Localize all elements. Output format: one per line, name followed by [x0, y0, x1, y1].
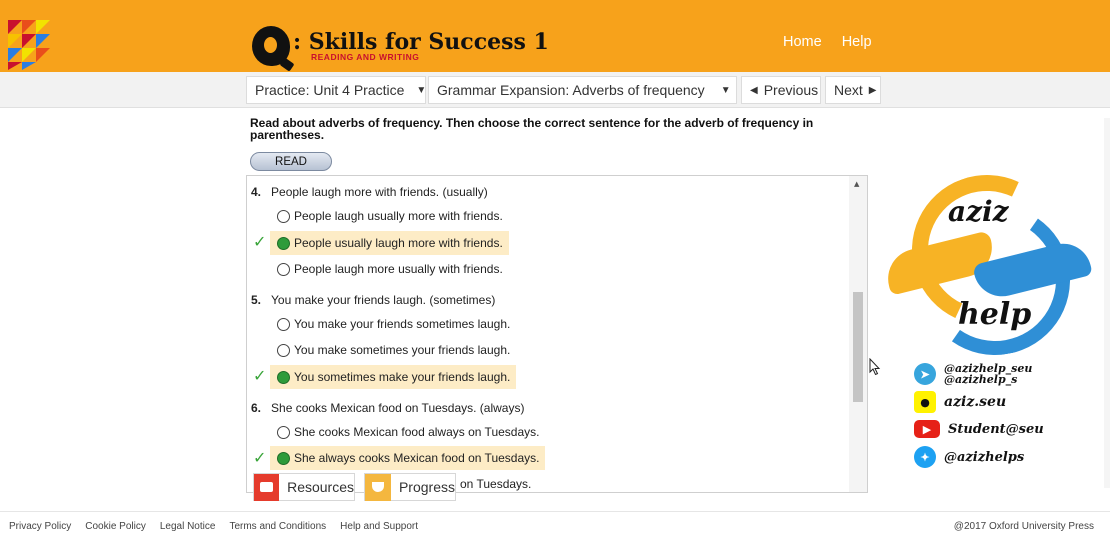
- previous-button[interactable]: ◀ Previous: [741, 76, 821, 104]
- snapchat-handle: aziz.seu: [944, 394, 1007, 410]
- question-number: 4.: [251, 185, 262, 199]
- question-number: 6.: [251, 401, 262, 415]
- oxford-pattern-logo-icon: [8, 20, 50, 70]
- telegram-icon: ➤: [914, 363, 936, 385]
- header-nav: Home Help: [783, 34, 872, 50]
- answer-option-text: She cooks Mexican food always on Tuesday…: [294, 425, 540, 439]
- answer-option[interactable]: People laugh usually more with friends.: [270, 204, 509, 228]
- footer-link-help[interactable]: Help and Support: [340, 521, 418, 532]
- question-prompt: 4. People laugh more with friends. (usual…: [251, 185, 488, 199]
- footer-link-privacy[interactable]: Privacy Policy: [9, 521, 71, 532]
- folder-icon: [254, 473, 280, 501]
- youtube-icon: ▶: [914, 420, 940, 438]
- answer-option-selected[interactable]: She always cooks Mexican food on Tuesday…: [270, 446, 546, 470]
- answer-option[interactable]: You make sometimes your friends laugh.: [270, 338, 516, 362]
- activity-toolbar: Practice: Unit 4 Practice ▼ Grammar Expa…: [0, 72, 1110, 108]
- answer-option-text: You make your friends sometimes laugh.: [294, 317, 511, 331]
- scrollbar-thumb[interactable]: [853, 292, 863, 402]
- watermark-word-top: aziz: [948, 195, 1009, 228]
- question-text: People laugh more with friends. (usually…: [271, 185, 488, 199]
- trophy-icon: [365, 473, 391, 501]
- app-header: : Skills for Success 1 READING AND WRITI…: [0, 0, 1110, 72]
- question-panel: 4. People laugh more with friends. (usual…: [246, 175, 868, 493]
- read-button[interactable]: READ: [250, 152, 332, 171]
- watermark-youtube-row: ▶ Student@seu: [914, 420, 1044, 438]
- answer-option-partial[interactable]: on Tuesdays.: [452, 472, 537, 492]
- previous-label: Previous: [763, 82, 819, 98]
- answer-option[interactable]: You make your friends sometimes laugh.: [270, 312, 516, 336]
- twitter-handle: @azizhelps: [944, 449, 1025, 465]
- answer-option-text: People laugh usually more with friends.: [294, 209, 503, 223]
- triangle-down-icon: ▼: [416, 84, 427, 96]
- question-list: 4. People laugh more with friends. (usual…: [247, 176, 847, 492]
- answer-option[interactable]: She cooks Mexican food always on Tuesday…: [270, 420, 545, 444]
- footer-link-cookie[interactable]: Cookie Policy: [85, 521, 146, 532]
- page-footer: Privacy Policy Cookie Policy Legal Notic…: [0, 511, 1110, 540]
- answer-option-text: You sometimes make your friends laugh.: [294, 370, 511, 384]
- scroll-up-arrow-icon[interactable]: ▲: [854, 180, 859, 188]
- answer-option-text: You make sometimes your friends laugh.: [294, 343, 511, 357]
- telegram-handle-2: @azizhelp_s: [944, 373, 1018, 386]
- activity-select-label: Grammar Expansion: Adverbs of frequency: [437, 82, 705, 98]
- next-label: Next: [834, 82, 863, 98]
- resources-label: Resources: [287, 479, 354, 495]
- question-prompt: 5. You make your friends laugh. (sometime…: [251, 293, 495, 307]
- practice-select-label: Practice: Unit 4 Practice: [255, 82, 405, 98]
- triangle-left-icon: ◀: [750, 84, 758, 96]
- progress-button[interactable]: Progress: [364, 473, 456, 501]
- youtube-handle: Student@seu: [948, 421, 1044, 437]
- answer-option-text: People usually laugh more with friends.: [294, 236, 503, 250]
- snapchat-icon: ●: [914, 391, 936, 413]
- watermark-word-bottom: help: [958, 297, 1032, 332]
- copyright-text: @2017 Oxford University Press: [953, 521, 1094, 532]
- page-scrollbar[interactable]: [1104, 118, 1110, 488]
- progress-label: Progress: [398, 479, 455, 495]
- answer-option-selected[interactable]: You sometimes make your friends laugh.: [270, 365, 517, 389]
- q-logo-icon: [252, 26, 290, 66]
- radio-button[interactable]: [277, 209, 290, 223]
- answer-option-selected[interactable]: People usually laugh more with friends.: [270, 231, 509, 255]
- watermark-twitter-row: ✦ @azizhelps: [914, 446, 1024, 468]
- radio-button[interactable]: [277, 343, 290, 357]
- question-number: 5.: [251, 293, 262, 307]
- radio-button-checked[interactable]: [277, 236, 290, 250]
- mouse-cursor-icon: [869, 358, 881, 376]
- twitter-icon: ✦: [914, 446, 936, 468]
- answer-option[interactable]: People laugh more usually with friends.: [270, 257, 509, 281]
- question-prompt: 6. She cooks Mexican food on Tuesdays. (a…: [251, 401, 524, 415]
- footer-links: Privacy Policy Cookie Policy Legal Notic…: [9, 521, 418, 532]
- scrollbar[interactable]: ▲: [849, 176, 867, 492]
- next-button[interactable]: Next ▶: [825, 76, 881, 104]
- question-text: You make your friends laugh. (sometimes): [271, 293, 496, 307]
- answer-option-text: People laugh more usually with friends.: [294, 262, 503, 276]
- answer-option-text: She always cooks Mexican food on Tuesday…: [294, 451, 540, 465]
- triangle-down-icon: ▼: [720, 84, 731, 96]
- brand-logo: : Skills for Success 1 READING AND WRITI…: [252, 24, 549, 68]
- checkmark-icon: ✓: [253, 232, 267, 251]
- triangle-right-icon: ▶: [868, 84, 877, 96]
- question-text: She cooks Mexican food on Tuesdays. (alw…: [271, 401, 525, 415]
- answer-option-text: on Tuesdays.: [460, 477, 532, 491]
- practice-select[interactable]: Practice: Unit 4 Practice ▼: [246, 76, 426, 104]
- nav-home-link[interactable]: Home: [783, 34, 822, 50]
- radio-button[interactable]: [277, 317, 290, 331]
- radio-button[interactable]: [277, 262, 290, 276]
- resources-button[interactable]: Resources: [253, 473, 355, 501]
- watermark-snapchat-row: ● aziz.seu: [914, 391, 1006, 413]
- checkmark-icon: ✓: [253, 448, 267, 467]
- nav-help-link[interactable]: Help: [842, 34, 872, 50]
- radio-button[interactable]: [277, 425, 290, 439]
- watermark-telegram-row: ➤ @azizhelp_seu @azizhelp_s: [914, 363, 1032, 385]
- footer-link-legal[interactable]: Legal Notice: [160, 521, 216, 532]
- radio-button-checked[interactable]: [277, 370, 290, 384]
- activity-instructions: Read about adverbs of frequency. Then ch…: [250, 116, 814, 142]
- checkmark-icon: ✓: [253, 366, 267, 385]
- watermark-overlay: aziz help ➤ @azizhelp_seu @azizhelp_s ● …: [880, 153, 1095, 485]
- footer-link-terms[interactable]: Terms and Conditions: [229, 521, 326, 532]
- activity-select[interactable]: Grammar Expansion: Adverbs of frequency …: [428, 76, 737, 104]
- radio-button-checked[interactable]: [277, 451, 290, 465]
- brand-title: : Skills for Success 1: [293, 28, 549, 55]
